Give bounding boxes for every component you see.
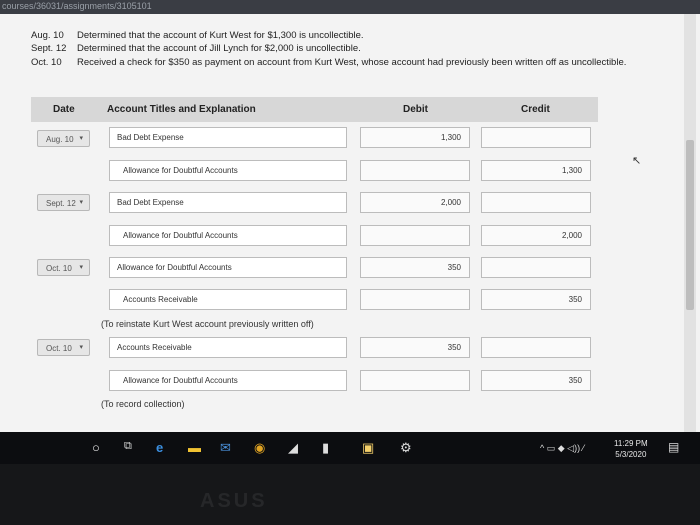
- account-title-input[interactable]: Allowance for Doubtful Accounts: [109, 225, 347, 246]
- chevron-down-icon: ▾: [79, 344, 83, 351]
- debit-input[interactable]: [360, 225, 470, 246]
- date-select[interactable]: Sept. 12 ▾: [37, 194, 90, 211]
- debit-input[interactable]: 2,000: [360, 192, 470, 213]
- task-view-icon[interactable]: ⧉: [124, 440, 132, 453]
- date-select[interactable]: Aug. 10 ▾: [37, 130, 90, 147]
- header-account: Account Titles and Explanation: [107, 104, 256, 115]
- scrollbar-thumb[interactable]: [686, 140, 694, 310]
- account-title-input[interactable]: Allowance for Doubtful Accounts: [109, 257, 347, 278]
- account-title-input[interactable]: Bad Debt Expense: [109, 192, 347, 213]
- app-icon[interactable]: ◢: [288, 440, 298, 456]
- account-title-input[interactable]: Accounts Receivable: [109, 289, 347, 310]
- chrome-icon[interactable]: ◉: [254, 440, 265, 456]
- account-title-input[interactable]: Allowance for Doubtful Accounts: [109, 160, 347, 181]
- date-select[interactable]: Oct. 10 ▾: [37, 339, 90, 356]
- transaction-line: Oct. 10 Received a check for $350 as paym…: [31, 57, 626, 68]
- transaction-date: Aug. 10: [31, 30, 64, 41]
- chevron-down-icon: ▾: [79, 199, 83, 206]
- credit-input[interactable]: [481, 192, 591, 213]
- windows-taskbar: ○ ⧉ e ▬ ✉ ◉ ◢ ▮ ▣ ⚙ ^ ▭ ◆ ◁)) ⁄ 11:29 PM…: [0, 432, 700, 464]
- credit-input[interactable]: 350: [481, 370, 591, 391]
- assignment-page: [0, 14, 700, 432]
- mouse-cursor-icon: ↖: [632, 155, 642, 167]
- debit-input[interactable]: 350: [360, 257, 470, 278]
- clock-time: 11:29 PM: [614, 439, 648, 448]
- chevron-down-icon: ▾: [79, 264, 83, 271]
- credit-input[interactable]: [481, 257, 591, 278]
- file-explorer-icon[interactable]: ▬: [188, 440, 201, 455]
- debit-input[interactable]: 350: [360, 337, 470, 358]
- notification-icon[interactable]: ▤: [668, 440, 679, 454]
- header-date: Date: [53, 104, 75, 115]
- credit-input[interactable]: 2,000: [481, 225, 591, 246]
- transaction-date: Oct. 10: [31, 57, 62, 68]
- account-title-input[interactable]: Bad Debt Expense: [109, 127, 347, 148]
- store-icon[interactable]: ▣: [362, 440, 374, 456]
- debit-input[interactable]: [360, 160, 470, 181]
- system-tray-icons[interactable]: ^ ▭ ◆ ◁)) ⁄: [540, 443, 584, 454]
- transaction-text: Received a check for $350 as payment on …: [77, 57, 627, 68]
- search-icon[interactable]: ○: [92, 440, 100, 455]
- explanation-text: (To record collection): [101, 399, 185, 409]
- explanation-text: (To reinstate Kurt West account previous…: [101, 319, 314, 329]
- mail-icon[interactable]: ✉: [220, 440, 231, 456]
- taskbar-clock[interactable]: 11:29 PM 5/3/2020: [614, 438, 648, 460]
- credit-input[interactable]: 1,300: [481, 160, 591, 181]
- clock-date: 5/3/2020: [615, 450, 647, 459]
- journal-table-header: Date Account Titles and Explanation Debi…: [31, 97, 598, 122]
- debit-input[interactable]: [360, 289, 470, 310]
- settings-icon[interactable]: ⚙: [400, 440, 412, 456]
- credit-input[interactable]: [481, 127, 591, 148]
- transaction-line: Aug. 10 Determined that the account of Ku…: [31, 30, 364, 41]
- account-title-input[interactable]: Accounts Receivable: [109, 337, 347, 358]
- credit-input[interactable]: [481, 337, 591, 358]
- browser-address-strip: courses/36031/assignments/3105101: [0, 0, 700, 14]
- account-title-input[interactable]: Allowance for Doubtful Accounts: [109, 370, 347, 391]
- credit-input[interactable]: 350: [481, 289, 591, 310]
- header-debit: Debit: [403, 104, 428, 115]
- debit-input[interactable]: 1,300: [360, 127, 470, 148]
- transaction-text: Determined that the account of Kurt West…: [77, 30, 364, 41]
- laptop-logo: ASUS: [200, 490, 268, 512]
- transaction-text: Determined that the account of Jill Lync…: [77, 43, 361, 54]
- url-text: courses/36031/assignments/3105101: [2, 1, 152, 11]
- chevron-down-icon: ▾: [79, 135, 83, 142]
- debit-input[interactable]: [360, 370, 470, 391]
- edge-icon[interactable]: e: [156, 440, 163, 455]
- laptop-bezel: [0, 464, 700, 525]
- date-select[interactable]: Oct. 10 ▾: [37, 259, 90, 276]
- header-credit: Credit: [521, 104, 550, 115]
- app-icon[interactable]: ▮: [322, 440, 329, 456]
- transaction-date: Sept. 12: [31, 43, 67, 54]
- transaction-line: Sept. 12 Determined that the account of J…: [31, 43, 361, 54]
